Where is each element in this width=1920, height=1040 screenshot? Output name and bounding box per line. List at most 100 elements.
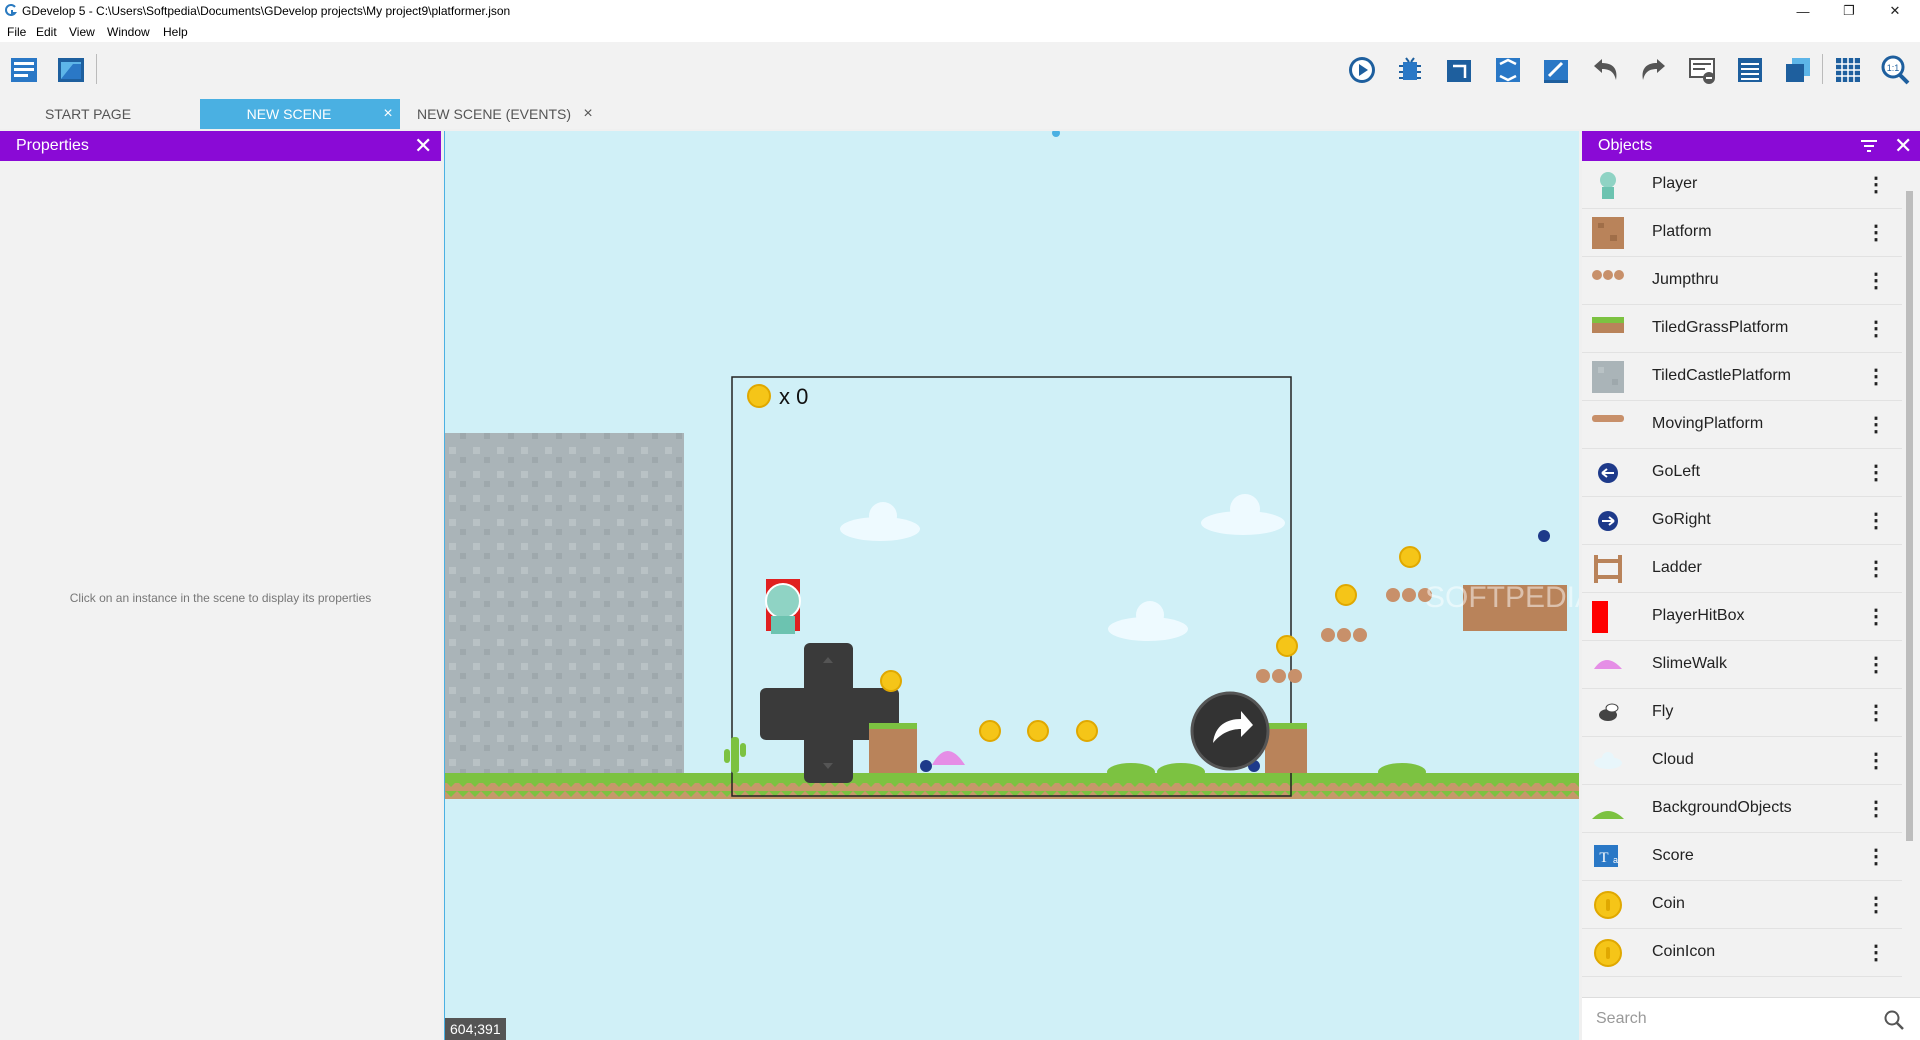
list-item[interactable]: Jumpthru ⋮ xyxy=(1582,257,1902,305)
more-options-icon[interactable]: ⋮ xyxy=(1866,843,1886,871)
objects-title: Objects xyxy=(1598,137,1653,154)
platform-block[interactable] xyxy=(869,727,917,773)
close-panel-icon[interactable]: ✕ xyxy=(1894,135,1912,157)
list-item[interactable]: Platform ⋮ xyxy=(1582,209,1902,257)
menu-file[interactable]: File xyxy=(7,25,26,39)
object-name: SlimeWalk xyxy=(1652,655,1727,672)
close-tab-icon[interactable]: × xyxy=(580,106,596,122)
list-item[interactable]: PlayerHitBox ⋮ xyxy=(1582,593,1902,641)
more-options-icon[interactable]: ⋮ xyxy=(1866,747,1886,775)
close-tab-icon[interactable]: × xyxy=(380,106,396,122)
list-item[interactable]: GoLeft ⋮ xyxy=(1582,449,1902,497)
cloud[interactable] xyxy=(1108,601,1188,641)
objects-groups-icon[interactable] xyxy=(1492,54,1524,86)
more-options-icon[interactable]: ⋮ xyxy=(1866,219,1886,247)
object-name: TiledCastlePlatform xyxy=(1652,367,1792,384)
filter-icon[interactable] xyxy=(1860,138,1878,154)
search-input[interactable] xyxy=(1596,1008,1866,1030)
project-manager-icon[interactable] xyxy=(8,54,40,86)
more-options-icon[interactable]: ⋮ xyxy=(1866,507,1886,535)
close-panel-icon[interactable]: ✕ xyxy=(414,135,432,157)
objects-header: Objects ✕ xyxy=(1582,131,1920,161)
more-options-icon[interactable]: ⋮ xyxy=(1866,411,1886,439)
platform-block[interactable] xyxy=(1265,727,1307,773)
list-item[interactable]: Cloud ⋮ xyxy=(1582,737,1902,785)
list-item[interactable]: MovingPlatform ⋮ xyxy=(1582,401,1902,449)
menu-help[interactable]: Help xyxy=(163,25,188,39)
close-window-button[interactable]: ✕ xyxy=(1872,0,1918,22)
moving-platform-icon xyxy=(1592,415,1624,422)
list-item[interactable]: SlimeWalk ⋮ xyxy=(1582,641,1902,689)
score-text[interactable]: x 0 xyxy=(779,384,808,409)
scene-canvas[interactable]: x 0 SOFTPEDIA 604;391 xyxy=(444,131,1579,1040)
go-right-icon xyxy=(1598,511,1618,531)
list-item[interactable]: Player ⋮ xyxy=(1582,161,1902,209)
debugger-icon[interactable] xyxy=(1394,54,1426,86)
search-icon[interactable] xyxy=(1882,1008,1906,1032)
resize-handle[interactable] xyxy=(1052,131,1060,137)
list-item[interactable]: GoRight ⋮ xyxy=(1582,497,1902,545)
tab-new-scene-events[interactable]: NEW SCENE (EVENTS) × xyxy=(400,99,600,129)
redo-icon[interactable] xyxy=(1637,54,1669,86)
list-item[interactable]: CoinIcon ⋮ xyxy=(1582,929,1902,977)
jump-button[interactable] xyxy=(1190,691,1270,771)
castle-wall[interactable] xyxy=(445,433,684,773)
hitbox-icon xyxy=(1592,601,1608,633)
properties-title: Properties xyxy=(16,137,89,154)
more-options-icon[interactable]: ⋮ xyxy=(1866,315,1886,343)
list-item[interactable]: BackgroundObjects ⋮ xyxy=(1582,785,1902,833)
more-options-icon[interactable]: ⋮ xyxy=(1866,267,1886,295)
toolbar-separator xyxy=(1822,54,1823,84)
grid-icon[interactable] xyxy=(1832,54,1864,86)
add-instance-icon[interactable] xyxy=(1443,54,1475,86)
menu-window[interactable]: Window xyxy=(107,25,150,39)
tab-start-page[interactable]: START PAGE xyxy=(0,99,176,129)
more-options-icon[interactable]: ⋮ xyxy=(1866,939,1886,967)
cloud[interactable] xyxy=(840,502,920,541)
cloud[interactable] xyxy=(1201,494,1285,535)
fly-icon xyxy=(1599,703,1619,721)
scene-render[interactable]: x 0 SOFTPEDIA xyxy=(445,131,1579,1040)
list-item[interactable]: Ladder ⋮ xyxy=(1582,545,1902,593)
list-item[interactable]: Ta Score ⋮ xyxy=(1582,833,1902,881)
more-options-icon[interactable]: ⋮ xyxy=(1866,363,1886,391)
undo-icon[interactable] xyxy=(1590,54,1622,86)
more-options-icon[interactable]: ⋮ xyxy=(1866,795,1886,823)
go-left-marker[interactable] xyxy=(920,760,932,772)
jumpthru-platform[interactable] xyxy=(1321,628,1367,642)
objects-search xyxy=(1582,997,1920,1040)
coin-icon[interactable] xyxy=(747,384,771,408)
minimize-button[interactable]: — xyxy=(1780,0,1826,22)
instances-list-icon[interactable] xyxy=(1734,54,1766,86)
maximize-button[interactable]: ❐ xyxy=(1826,0,1872,22)
menu-view[interactable]: View xyxy=(69,25,95,39)
jumpthru-platform[interactable] xyxy=(1256,669,1302,683)
tab-new-scene[interactable]: NEW SCENE × xyxy=(200,99,400,129)
coins[interactable] xyxy=(880,546,1421,742)
delete-instance-icon[interactable] xyxy=(1686,54,1718,86)
layers-icon[interactable] xyxy=(1782,54,1814,86)
more-options-icon[interactable]: ⋮ xyxy=(1866,171,1886,199)
more-options-icon[interactable]: ⋮ xyxy=(1866,603,1886,631)
list-item[interactable]: Coin ⋮ xyxy=(1582,881,1902,929)
objects-scrollbar[interactable] xyxy=(1904,179,1914,959)
more-options-icon[interactable]: ⋮ xyxy=(1866,891,1886,919)
go-right-marker[interactable] xyxy=(1538,530,1550,542)
list-item[interactable]: Fly ⋮ xyxy=(1582,689,1902,737)
tab-label: NEW SCENE xyxy=(246,106,332,122)
preview-play-icon[interactable] xyxy=(1346,54,1378,86)
zoom-reset-icon[interactable]: 1:1 xyxy=(1879,54,1911,86)
menu-edit[interactable]: Edit xyxy=(36,25,57,39)
more-options-icon[interactable]: ⋮ xyxy=(1866,699,1886,727)
scene-preview-icon[interactable] xyxy=(55,54,87,86)
more-options-icon[interactable]: ⋮ xyxy=(1866,555,1886,583)
list-item[interactable]: TiledGrassPlatform ⋮ xyxy=(1582,305,1902,353)
more-options-icon[interactable]: ⋮ xyxy=(1866,651,1886,679)
edit-properties-icon[interactable] xyxy=(1540,54,1572,86)
objects-list[interactable]: Player ⋮ Platform ⋮ Jumpthru ⋮ TiledGras… xyxy=(1582,161,1902,979)
cloud-icon xyxy=(1594,752,1622,769)
slime-sprite[interactable] xyxy=(932,751,965,765)
list-item[interactable]: TiledCastlePlatform ⋮ xyxy=(1582,353,1902,401)
player-sprite[interactable] xyxy=(765,579,801,634)
more-options-icon[interactable]: ⋮ xyxy=(1866,459,1886,487)
